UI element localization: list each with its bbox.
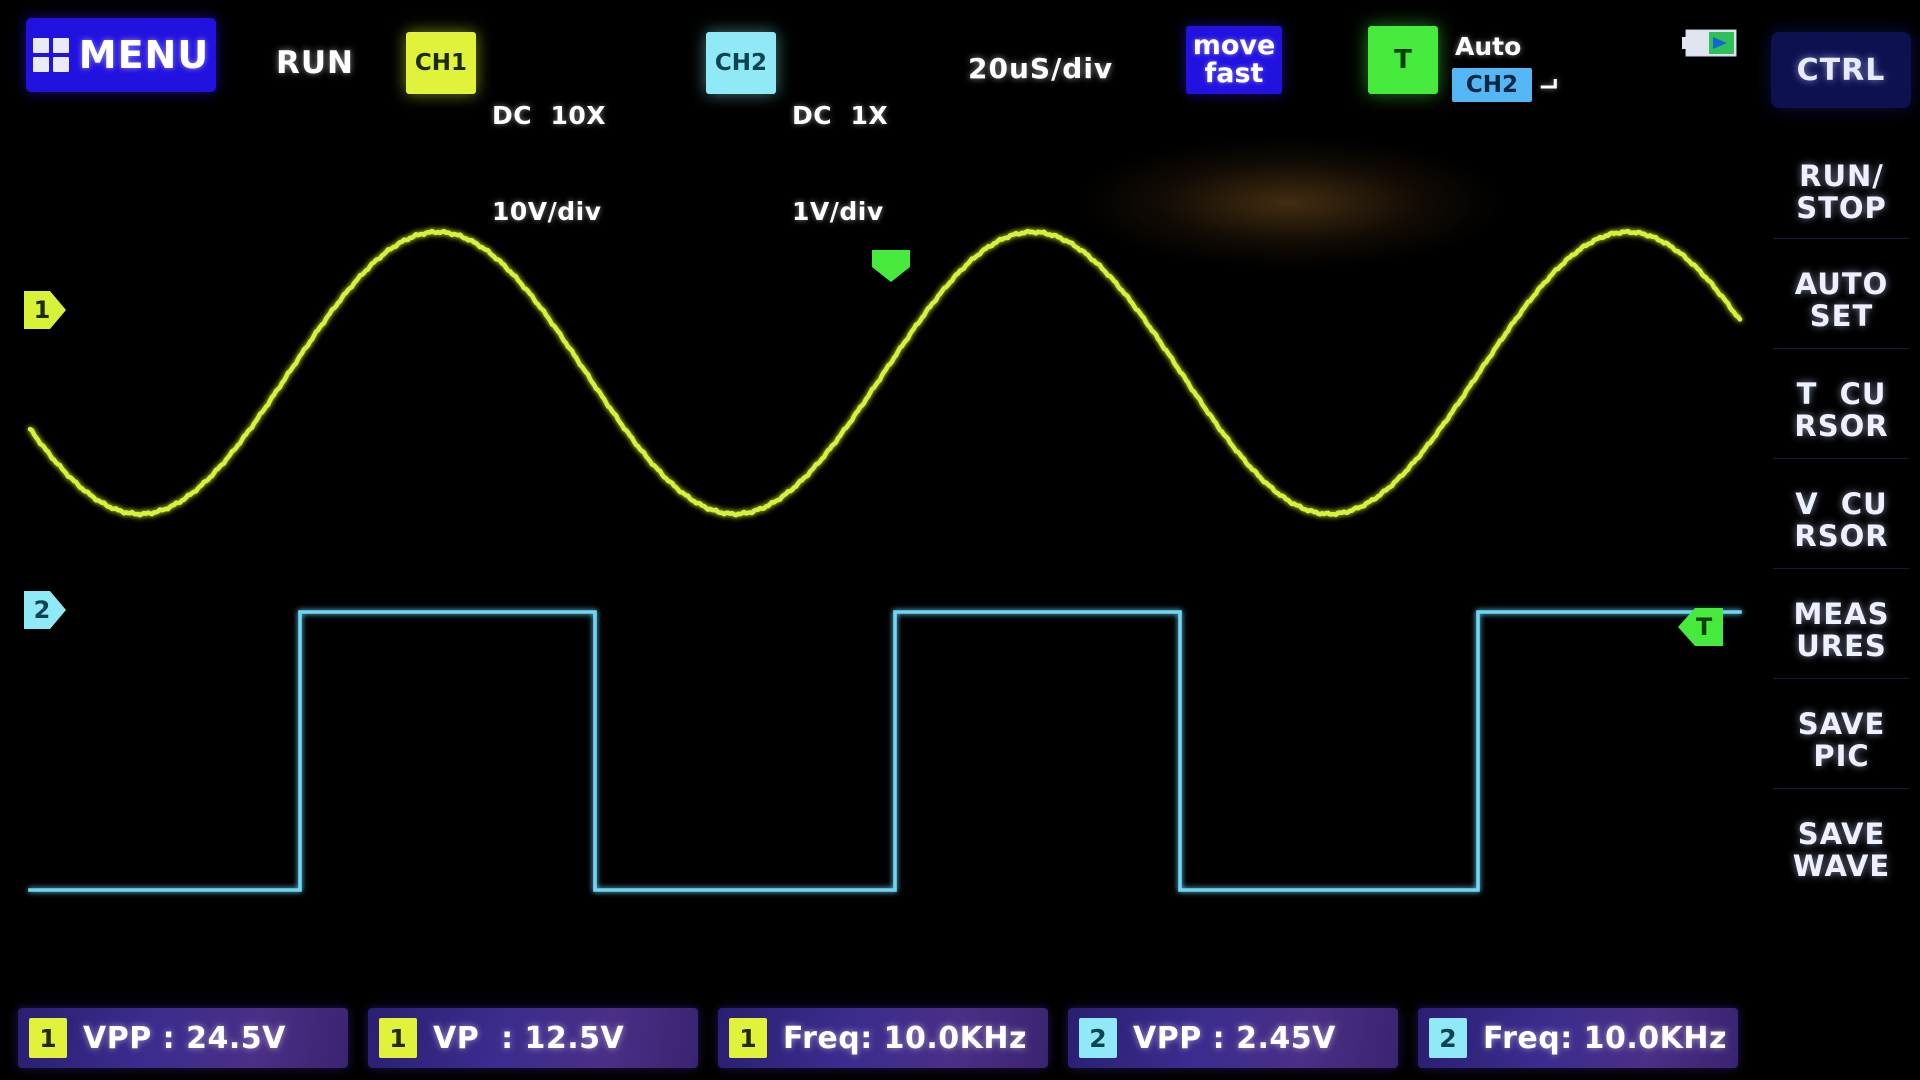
sidebar-item-label-line1: RUN/ <box>1799 159 1884 193</box>
measurement-value-label: VP : 12.5V <box>433 1020 625 1056</box>
measurement-value-label: VPP : 2.45V <box>1133 1020 1336 1056</box>
measurement-channel-badge: 1 <box>29 1018 67 1058</box>
sidebar-item-label-line2: PIC <box>1813 739 1870 774</box>
timebase-label[interactable]: 20uS/div <box>968 52 1113 85</box>
trigger-edge-icon[interactable]: ⨼ <box>1540 62 1558 97</box>
menu-grid-icon <box>32 38 69 72</box>
sidebar-divider <box>1773 348 1909 349</box>
ch2-ground-marker[interactable]: 2 <box>22 588 68 632</box>
measurement-value-label: Freq: 10.0KHz <box>1483 1020 1727 1056</box>
top-status-bar: MENU RUN CH1 DC 10X 10V/div CH2 DC 1X 1V… <box>0 0 1760 226</box>
sidebar-item-tcursor[interactable]: T CU RSOR <box>1763 378 1920 443</box>
sidebar-item-label-line1: V CU <box>1795 487 1888 521</box>
sidebar-item-label-line1: T CU <box>1796 377 1887 411</box>
ctrl-button[interactable]: CTRL <box>1771 32 1911 108</box>
measurement-value-label: VPP : 24.5V <box>83 1020 286 1056</box>
trigger-position-icon[interactable] <box>870 248 912 284</box>
sidebar-item-label-line2: STOP <box>1796 191 1887 226</box>
measurement-item[interactable]: 2 Freq: 10.0KHz <box>1418 1008 1738 1068</box>
sidebar-item-label-line1: MEAS <box>1793 597 1890 631</box>
trigger-source-chip[interactable]: CH2 <box>1452 68 1532 102</box>
oscilloscope-screen: MENU RUN CH1 DC 10X 10V/div CH2 DC 1X 1V… <box>0 0 1920 1080</box>
sidebar-item-vcursor[interactable]: V CU RSOR <box>1763 488 1920 553</box>
ch2-chip[interactable]: CH2 <box>706 32 776 94</box>
sidebar-item-label-line2: URES <box>1796 629 1887 664</box>
sidebar-divider <box>1773 788 1909 789</box>
sidebar-item-label-line1: SAVE <box>1797 707 1886 741</box>
battery-charging-icon <box>1682 28 1740 58</box>
measurement-item[interactable]: 2 VPP : 2.45V <box>1068 1008 1398 1068</box>
trigger-symbol-chip[interactable]: T <box>1368 26 1438 94</box>
sidebar-item-savewave[interactable]: SAVE WAVE <box>1763 818 1920 883</box>
measurement-channel-badge: 1 <box>729 1018 767 1058</box>
trigger-level-marker-label: T <box>1695 613 1713 641</box>
sidebar-divider <box>1773 458 1909 459</box>
sidebar-divider <box>1773 238 1909 239</box>
sidebar-item-label-line2: RSOR <box>1794 519 1889 554</box>
sidebar-item-measures[interactable]: MEAS URES <box>1763 598 1920 663</box>
sidebar-item-label-line1: SAVE <box>1797 817 1886 851</box>
ch1-ground-marker-label: 1 <box>33 296 51 324</box>
measurement-channel-badge: 2 <box>1079 1018 1117 1058</box>
measurement-value-label: Freq: 10.0KHz <box>783 1020 1027 1056</box>
move-speed-line1: move <box>1192 29 1276 61</box>
sidebar-divider <box>1773 568 1909 569</box>
sidebar-item-runstop[interactable]: RUN/STOP <box>1763 160 1920 225</box>
ch2-ground-marker-label: 2 <box>33 596 51 624</box>
measurement-bar: 1 VPP : 24.5V 1 VP : 12.5V 1 Freq: 10.0KHz 2 VP… <box>0 1008 1745 1072</box>
measurement-item[interactable]: 1 Freq: 10.0KHz <box>718 1008 1048 1068</box>
run-status-label[interactable]: RUN <box>276 45 354 81</box>
sidebar-item-savepic[interactable]: SAVE PIC <box>1763 708 1920 773</box>
waveform-display-area[interactable]: 1 2 T <box>0 128 1760 1008</box>
ch1-chip[interactable]: CH1 <box>406 32 476 94</box>
sidebar-item-label-line1: AUTO <box>1794 267 1889 301</box>
trigger-mode-label[interactable]: Auto <box>1455 32 1521 61</box>
move-speed-line2: fast <box>1204 58 1264 89</box>
sidebar-divider <box>1773 678 1909 679</box>
ch2-trace <box>28 610 1742 892</box>
measurement-item[interactable]: 1 VP : 12.5V <box>368 1008 698 1068</box>
measurement-channel-badge: 2 <box>1429 1018 1467 1058</box>
menu-button-label: MENU <box>78 33 210 77</box>
trigger-level-marker[interactable]: T <box>1675 606 1725 648</box>
sidebar-item-label-line2: SET <box>1809 299 1874 334</box>
menu-button[interactable]: MENU <box>26 18 216 92</box>
sidebar-item-label-line2: WAVE <box>1792 849 1891 884</box>
ch1-ground-marker[interactable]: 1 <box>22 288 68 332</box>
measurement-item[interactable]: 1 VPP : 24.5V <box>18 1008 348 1068</box>
sidebar-item-autoset[interactable]: AUTO SET <box>1763 268 1920 333</box>
move-speed-button[interactable]: move fast <box>1186 26 1282 94</box>
measurement-channel-badge: 1 <box>379 1018 417 1058</box>
right-sidebar: CTRL RUN/STOP AUTO SET T CU RSOR V CU RSOR MEAS… <box>1763 0 1920 1080</box>
sidebar-item-label-line2: RSOR <box>1794 409 1889 444</box>
